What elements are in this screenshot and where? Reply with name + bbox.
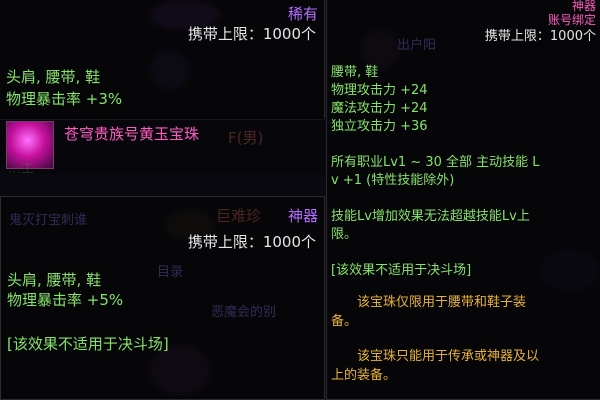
rarity-label: 稀有 xyxy=(287,5,318,23)
ghost-text-3: 鬼灭打宝刺谁 xyxy=(9,213,88,228)
equip-slots: 腰带, 鞋 xyxy=(331,65,379,80)
binding-label: 账号绑定 xyxy=(547,13,596,27)
ghost-text-2: …工 xyxy=(8,162,35,177)
ghost-text-4: 巨难珍 xyxy=(216,207,262,225)
stat-line: 物理暴击率 +5% xyxy=(7,291,124,309)
item-row[interactable]: 苍穹贵族号黄玉宝珠 F(男) …工 xyxy=(0,118,325,177)
skill-line-2: v +1 (特性技能除外) xyxy=(331,173,455,188)
tooltip-bottom-left: 鬼灭打宝刺谁 巨难珍 神器 携带上限：1000个 目录 头肩, 腰带, 鞋 物理… xyxy=(0,196,325,400)
capacity-label: 携带上限：1000个 xyxy=(187,25,316,43)
effect-note: [该效果不适用于决斗场] xyxy=(7,335,169,353)
tooltip-right: 神器 账号绑定 携带上限：1000个 出户阳 腰带, 鞋 物理攻击力 +24 魔… xyxy=(326,0,600,400)
usage-line-1: 该宝珠仅限用于腰带和鞋子装 xyxy=(357,295,527,310)
tooltip-top-left: 稀有 携带上限：1000个 头肩, 腰带, 鞋 物理暴击率 +3% xyxy=(0,0,325,120)
usage-line-4: 上的装备。 xyxy=(331,368,397,383)
equip-slots: 头肩, 腰带, 鞋 xyxy=(6,68,101,86)
effect-note: [该效果不适用于决斗场] xyxy=(331,263,472,278)
desc-line-2: 限。 xyxy=(331,227,358,242)
stat-line: 物理暴击率 +3% xyxy=(6,90,123,108)
stat-line-2: 魔法攻击力 +24 xyxy=(331,101,428,116)
equip-slots: 头肩, 腰带, 鞋 xyxy=(7,271,102,289)
ghost-text-6: 恶魔会的别 xyxy=(211,305,277,320)
rarity-label: 神器 xyxy=(571,0,596,13)
rarity-label: 神器 xyxy=(287,207,318,225)
stat-line-1: 物理攻击力 +24 xyxy=(331,83,428,98)
skill-line-1: 所有职业Lv1 ~ 30 全部 主动技能 L xyxy=(331,155,540,170)
ghost-text-5: 目录 xyxy=(157,265,184,280)
capacity-label: 携带上限：1000个 xyxy=(187,233,316,251)
ghost-text-7: 出户阳 xyxy=(397,38,437,53)
stat-line-3: 独立攻击力 +36 xyxy=(331,119,428,134)
item-name: 苍穹贵族号黄玉宝珠 xyxy=(64,125,200,143)
usage-line-2: 备。 xyxy=(331,314,358,329)
capacity-label: 携带上限：1000个 xyxy=(484,29,596,44)
desc-line-1: 技能Lv增加效果无法超越技能Lv上 xyxy=(331,209,530,224)
ghost-text-1: F(男) xyxy=(228,129,264,147)
usage-line-3: 该宝珠只能用于传承或神器及以 xyxy=(357,349,540,364)
